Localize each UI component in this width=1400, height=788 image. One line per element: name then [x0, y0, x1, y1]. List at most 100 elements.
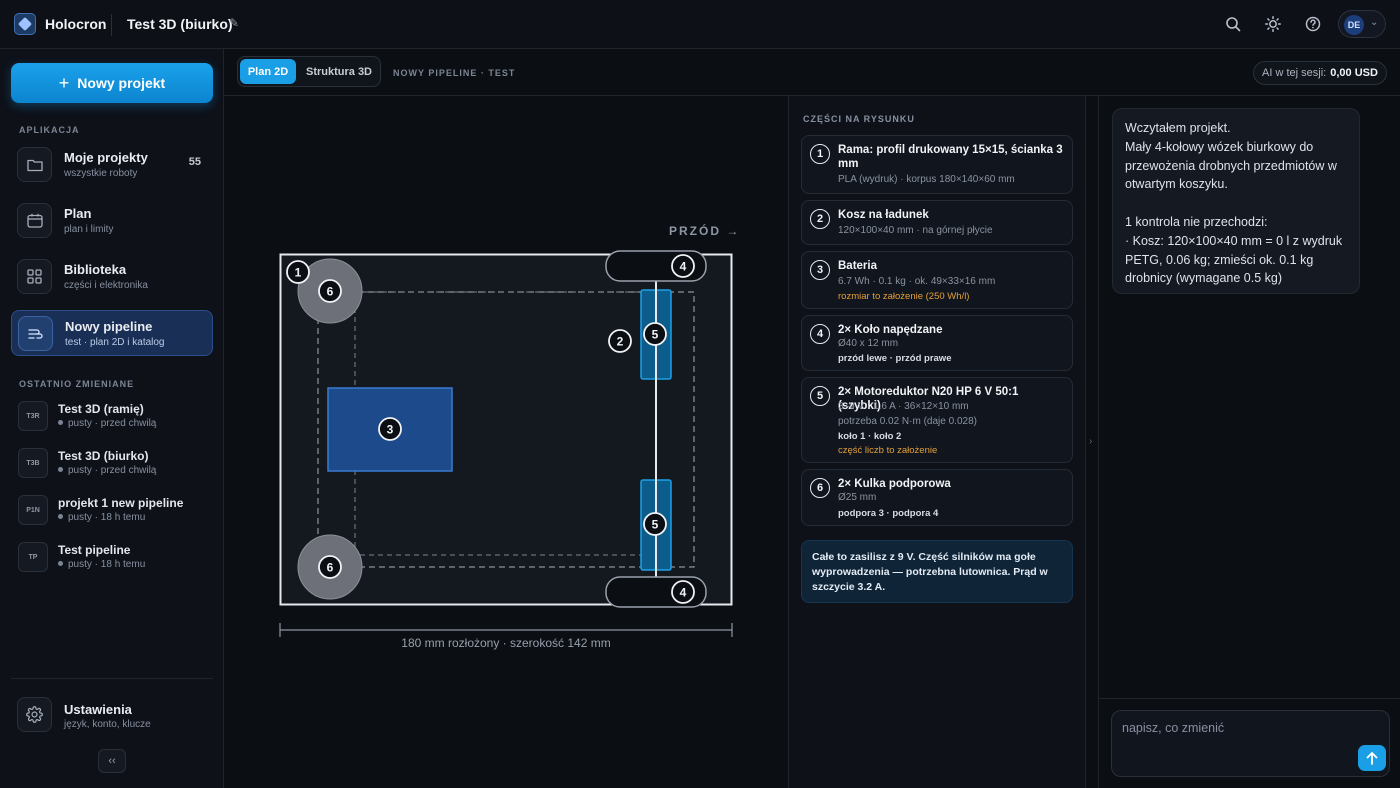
- sidebar-item-sublabel: test · plan 2D i katalog: [65, 337, 165, 348]
- part-card[interactable]: 1 Rama: profil drukowany 15×15, ścianka …: [801, 135, 1073, 194]
- marker-2: 2: [608, 329, 632, 353]
- project-badge: TP: [18, 542, 48, 572]
- svg-text:5: 5: [652, 328, 659, 342]
- sidebar-item-label: Moje projekty: [64, 150, 148, 165]
- part-detail: potrzeba 0.02 N·m (daje 0.028): [838, 416, 977, 427]
- status-dot: [58, 420, 63, 425]
- avatar: DE: [1344, 15, 1364, 35]
- marker-4-top: 4: [671, 254, 695, 278]
- sidebar-item-label: Nowy pipeline: [65, 319, 153, 334]
- plan-drawing: 1 6 4 5 2 3 5 6 4: [279, 250, 733, 637]
- recent-item[interactable]: T3B Test 3D (biurko) pusty · przed chwil…: [18, 447, 213, 481]
- divider: [11, 678, 213, 679]
- project-badge: T3B: [18, 448, 48, 478]
- settings-subtitle: język, konto, klucze: [64, 719, 151, 730]
- project-title[interactable]: Test 3D (biurko): [127, 16, 233, 32]
- marker-3: 3: [378, 417, 402, 441]
- part-number: 3: [810, 260, 830, 280]
- part-number: 4: [810, 324, 830, 344]
- svg-text:1: 1: [295, 266, 302, 280]
- part-title: 2× Kulka podporowa: [838, 478, 951, 490]
- recent-status: pusty · 18 h temu: [58, 559, 145, 570]
- new-project-button[interactable]: + Nowy projekt: [11, 63, 213, 103]
- chat-input[interactable]: [1122, 721, 1362, 735]
- marker-6-top: 6: [318, 279, 342, 303]
- recent-item[interactable]: T3R Test 3D (ramię) pusty · przed chwilą: [18, 400, 213, 434]
- divider: [111, 14, 112, 36]
- recent-status: pusty · przed chwilą: [58, 418, 156, 429]
- power-note-text: Całe to zasilisz z 9 V. Część silników m…: [812, 551, 1048, 593]
- status-dot: [58, 467, 63, 472]
- pencil-icon[interactable]: ✎: [229, 16, 239, 30]
- sidebar: + Nowy projekt APLIKACJA Moje projekty w…: [0, 49, 224, 788]
- settings-title: Ustawienia: [64, 702, 132, 717]
- chevron-down-icon: ⌄: [1370, 17, 1379, 28]
- message-line: · Kosz: 120×100×40 mm = 0 l z wydruk PET…: [1125, 233, 1343, 286]
- sidebar-item-library[interactable]: Biblioteka części i elektronika: [11, 254, 213, 300]
- folder-icon: [17, 147, 52, 182]
- recent-status: pusty · 18 h temu: [58, 512, 145, 523]
- part-detail: Ø25 mm: [838, 492, 877, 503]
- calendar-icon: [17, 203, 52, 238]
- tab-plan-2d[interactable]: Plan 2D: [240, 59, 296, 84]
- marker-5-top: 5: [643, 322, 667, 346]
- part-detail: PLA (wydruk) · korpus 180×140×60 mm: [838, 174, 1015, 185]
- sidebar-item-my-projects[interactable]: Moje projekty wszystkie roboty 55: [11, 142, 213, 188]
- view-switcher: Plan 2D Struktura 3D: [237, 56, 381, 87]
- chat-panel: Wczytałem projekt. Mały 4-kołowy wózek b…: [1099, 96, 1400, 788]
- arrow-up-icon: [1366, 751, 1378, 765]
- svg-text:4: 4: [680, 260, 687, 274]
- part-card[interactable]: 2 Kosz na ładunek 120×100×40 mm · na gór…: [801, 200, 1073, 245]
- part-card[interactable]: 5 2× Motoreduktor N20 HP 6 V 50:1 (szybk…: [801, 377, 1073, 463]
- search-icon[interactable]: [1223, 14, 1243, 34]
- theme-icon[interactable]: [1263, 14, 1283, 34]
- parts-panel: CZĘŚCI NA RYSUNKU 1 Rama: profil drukowa…: [788, 96, 1086, 788]
- svg-text:6: 6: [327, 285, 334, 299]
- part-number: 1: [810, 144, 830, 164]
- svg-text:6: 6: [327, 561, 334, 575]
- marker-4-bottom: 4: [671, 580, 695, 604]
- dimension-label: 180 mm rozłożony · szerokość 142 mm: [401, 636, 611, 650]
- part-card[interactable]: 3 Bateria 6.7 Wh · 0.1 kg · ok. 49×33×16…: [801, 251, 1073, 309]
- recent-item[interactable]: TP Test pipeline pusty · 18 h temu: [18, 541, 213, 575]
- section-label-recent: OSTATNIO ZMIENIANE: [19, 379, 135, 389]
- status-dot: [58, 514, 63, 519]
- recent-title: Test 3D (biurko): [58, 449, 149, 463]
- collapse-sidebar-button[interactable]: ‹‹: [98, 749, 126, 773]
- plan-2d-canvas[interactable]: PRZÓD → 1 6 4 5 2 3 5 6 4 180 mm rozłożo…: [224, 96, 788, 788]
- part-number: 6: [810, 478, 830, 498]
- user-menu[interactable]: DE ⌄: [1338, 10, 1386, 38]
- pipeline-icon: [18, 316, 53, 351]
- part-card[interactable]: 6 2× Kulka podporowa Ø25 mm podpora 3 · …: [801, 469, 1073, 526]
- svg-text:5: 5: [652, 518, 659, 532]
- part-card[interactable]: 4 2× Koło napędzane Ø40 x 12 mm przód le…: [801, 315, 1073, 371]
- send-button[interactable]: [1358, 745, 1386, 771]
- recent-item[interactable]: P1N projekt 1 new pipeline pusty · 18 h …: [18, 494, 213, 528]
- app-name: Holocron: [45, 16, 107, 32]
- part-detail: 3–9 V · 1.6 A · 36×12×10 mm: [838, 401, 969, 412]
- part-placement: podpora 3 · podpora 4: [838, 508, 939, 519]
- section-label-apps: APLIKACJA: [19, 125, 80, 135]
- marker-6-bottom: 6: [318, 555, 342, 579]
- part-detail: 120×100×40 mm · na górnej płycie: [838, 225, 993, 236]
- message-line: 1 kontrola nie przechodzi:: [1125, 214, 1268, 229]
- project-badge: P1N: [18, 495, 48, 525]
- help-icon[interactable]: [1303, 14, 1323, 34]
- assumption-warning: część liczb to założenie: [838, 445, 938, 456]
- recent-status: pusty · przed chwilą: [58, 465, 156, 476]
- sidebar-item-new-pipeline[interactable]: Nowy pipeline test · plan 2D i katalog: [11, 310, 213, 356]
- message-line: Mały 4-kołowy wózek biurkowy do przewoże…: [1125, 139, 1337, 192]
- part-title: Rama: profil drukowany 15×15, ścianka 3 …: [838, 144, 1063, 170]
- svg-text:2: 2: [617, 335, 624, 349]
- holocron-logo-icon[interactable]: [14, 13, 36, 35]
- tab-structure-3d[interactable]: Struktura 3D: [301, 59, 377, 84]
- marker-5-bottom: 5: [643, 512, 667, 536]
- recent-title: projekt 1 new pipeline: [58, 496, 184, 510]
- ai-cost-badge: AI w tej sesji: 0,00 USD: [1253, 61, 1387, 85]
- sidebar-item-sublabel: wszystkie roboty: [64, 168, 138, 179]
- message-line: [1125, 194, 1347, 213]
- sidebar-item-plan[interactable]: Plan plan i limity: [11, 198, 213, 244]
- top-bar: Holocron Test 3D (biurko) ✎ DE ⌄: [0, 0, 1400, 49]
- panel-resize-handle[interactable]: ›: [1086, 96, 1099, 788]
- part-detail: 6.7 Wh · 0.1 kg · ok. 49×33×16 mm: [838, 276, 996, 287]
